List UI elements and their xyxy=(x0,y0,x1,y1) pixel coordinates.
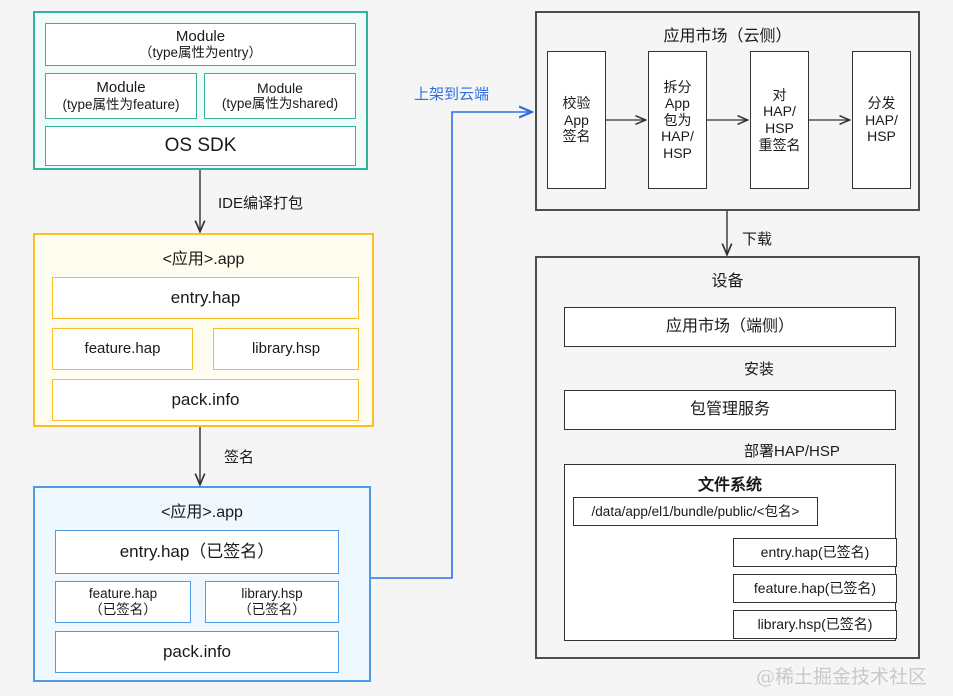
file-entry-hap-box[interactable]: entry.hap(已签名) xyxy=(733,538,897,567)
file-library-hsp-box[interactable]: library.hsp(已签名) xyxy=(733,610,897,639)
file-system-container: 文件系统 /data/app/el1/bundle/public/<包名> en… xyxy=(564,464,897,641)
signed-library-hsp-box[interactable]: library.hsp （已签名） xyxy=(205,581,339,623)
signed-pack-info-label: pack.info xyxy=(162,641,232,661)
arrow-label-deploy: 部署HAP/HSP xyxy=(744,443,840,460)
app-market-cloud-container: 应用市场（云侧） 校验 App 签名 拆分 App 包为 HAP/ HSP 对 … xyxy=(535,11,920,211)
module-shared-box[interactable]: Module (type属性为shared) xyxy=(204,73,356,119)
signed-app-container: <应用>.app entry.hap（已签名） feature.hap （已签名… xyxy=(33,486,371,682)
app-market-client-box[interactable]: 应用市场（端侧） xyxy=(564,307,896,347)
signed-feature-hap-box[interactable]: feature.hap （已签名） xyxy=(55,581,191,623)
module-shared-title: Module xyxy=(257,79,303,96)
source-project-container: Module （type属性为entry） Module (type属性为fea… xyxy=(33,11,368,170)
unsigned-entry-hap-label: entry.hap xyxy=(170,287,241,307)
file-system-path-box[interactable]: /data/app/el1/bundle/public/<包名> xyxy=(573,497,818,526)
device-container: 设备 应用市场（端侧） 安装 包管理服务 部署HAP/HSP 文件系统 /dat… xyxy=(535,256,920,659)
watermark: @稀土掘金技术社区 xyxy=(756,666,928,688)
arrow-label-ide-build: IDE编译打包 xyxy=(218,195,304,212)
signed-pack-info-box[interactable]: pack.info xyxy=(55,631,339,673)
arrow-label-upload-to-cloud: 上架到云端 xyxy=(414,86,490,103)
file-system-path-label: /data/app/el1/bundle/public/<包名> xyxy=(591,503,800,519)
arrow-label-install: 安装 xyxy=(744,361,775,378)
arrow-label-sign: 签名 xyxy=(224,449,255,466)
signed-feature-hap-sublabel: （已签名） xyxy=(89,602,157,617)
unsigned-app-title: <应用>.app xyxy=(162,251,245,268)
signed-entry-hap-label: entry.hap（已签名） xyxy=(119,541,275,561)
app-market-client-label: 应用市场（端侧） xyxy=(665,317,794,335)
module-feature-subtitle: (type属性为feature) xyxy=(62,96,180,112)
unsigned-entry-hap-box[interactable]: entry.hap xyxy=(52,277,359,319)
module-entry-box[interactable]: Module （type属性为entry） xyxy=(45,23,356,66)
signed-library-hsp-sublabel: （已签名） xyxy=(238,602,306,617)
module-feature-title: Module xyxy=(96,79,146,97)
unsigned-pack-info-box[interactable]: pack.info xyxy=(52,379,359,421)
signed-feature-hap-label: feature.hap xyxy=(88,586,158,602)
signed-app-title: <应用>.app xyxy=(161,504,243,521)
device-title: 设备 xyxy=(711,273,744,290)
file-feature-hap-label: feature.hap(已签名) xyxy=(753,580,877,597)
os-sdk-label: OS SDK xyxy=(164,134,237,156)
file-library-hsp-label: library.hsp(已签名) xyxy=(757,616,873,633)
module-feature-box[interactable]: Module (type属性为feature) xyxy=(45,73,197,119)
signed-entry-hap-box[interactable]: entry.hap（已签名） xyxy=(55,530,339,574)
module-entry-title: Module xyxy=(175,27,226,45)
diagram-canvas: Module （type属性为entry） Module (type属性为fea… xyxy=(0,0,953,696)
unsigned-pack-info-label: pack.info xyxy=(171,389,240,409)
unsigned-feature-hap-box[interactable]: feature.hap xyxy=(52,328,193,370)
bundle-manager-box[interactable]: 包管理服务 xyxy=(564,390,896,430)
arrow-label-download: 下载 xyxy=(742,231,773,248)
unsigned-library-hsp-box[interactable]: library.hsp xyxy=(213,328,359,370)
unsigned-app-container: <应用>.app entry.hap feature.hap library.h… xyxy=(33,233,374,427)
unsigned-library-hsp-label: library.hsp xyxy=(251,340,321,358)
os-sdk-box[interactable]: OS SDK xyxy=(45,126,356,166)
bundle-manager-label: 包管理服务 xyxy=(689,400,770,418)
file-feature-hap-box[interactable]: feature.hap(已签名) xyxy=(733,574,897,603)
signed-library-hsp-label: library.hsp xyxy=(241,586,303,602)
file-entry-hap-label: entry.hap(已签名) xyxy=(760,544,870,561)
file-system-title: 文件系统 xyxy=(697,477,762,494)
module-shared-subtitle: (type属性为shared) xyxy=(221,96,339,112)
unsigned-feature-hap-label: feature.hap xyxy=(84,340,161,358)
cloud-step-arrows xyxy=(606,13,922,213)
module-entry-subtitle: （type属性为entry） xyxy=(138,45,263,61)
